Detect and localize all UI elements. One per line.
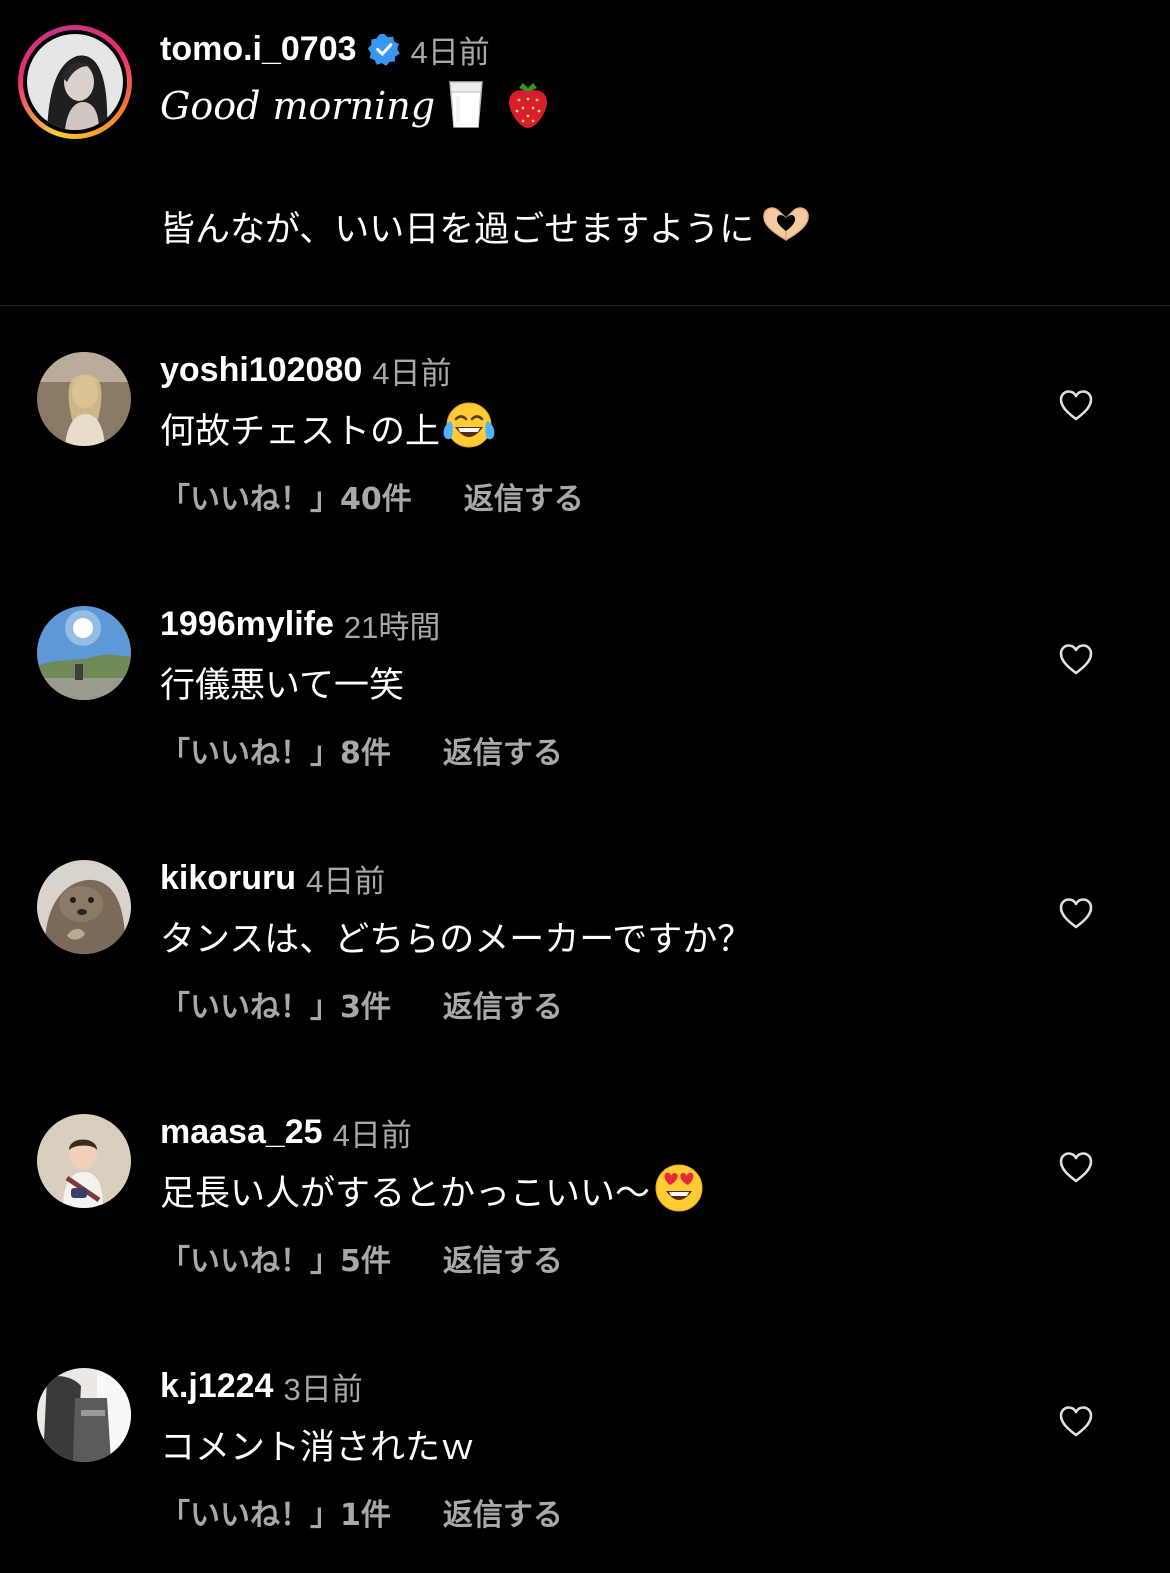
commenter-avatar[interactable] <box>37 1114 131 1208</box>
comment-text: タンスは、どちらのメーカーですか？ <box>160 919 753 960</box>
comment-time: 4日前 <box>306 863 386 899</box>
comment-time: 4日前 <box>372 355 452 391</box>
author-username[interactable]: tomo.i_0703 <box>160 30 357 69</box>
commenter-username[interactable]: yoshi102080 <box>160 351 362 390</box>
like-heart-icon[interactable] <box>1058 642 1094 678</box>
commenter-avatar[interactable] <box>37 860 131 954</box>
comment-time: 4日前 <box>332 1117 412 1153</box>
author-avatar[interactable] <box>27 34 123 130</box>
comment-time: 21時間 <box>343 609 441 645</box>
heart-eyes-emoji <box>654 1163 704 1217</box>
commenter-username[interactable]: kikoruru <box>160 859 296 898</box>
comment-text: 何故チェストの上 <box>160 411 441 452</box>
reply-button[interactable]: 返信する <box>443 1236 563 1280</box>
caption-body: 皆んなが、いい日を過ごせますように <box>160 209 755 250</box>
reply-button[interactable]: 返信する <box>443 982 563 1026</box>
like-heart-icon[interactable] <box>1058 1404 1094 1440</box>
like-heart-icon[interactable] <box>1058 388 1094 424</box>
comment-item: yoshi102080 4日前 何故チェストの上 「いいね！」40件 返信する <box>0 351 1170 552</box>
comment-item: maasa_25 4日前 足長い人がするとかっこいい〜 「いいね！」5件 返信す… <box>0 1113 1170 1314</box>
comment-text: コメント消されたｗ <box>160 1427 476 1468</box>
comment-likes-count[interactable]: 「いいね！」5件 <box>160 1236 391 1280</box>
milk-glass-emoji <box>447 78 485 134</box>
tears-of-joy-emoji <box>442 401 496 455</box>
author-story-ring[interactable] <box>18 25 132 139</box>
post-time: 4日前 <box>410 34 490 70</box>
strawberry-emoji <box>505 79 551 133</box>
like-heart-icon[interactable] <box>1058 1150 1094 1186</box>
heart-hands-emoji <box>760 204 812 248</box>
like-heart-icon[interactable] <box>1058 896 1094 932</box>
comment-item: 1996mylife 21時間 行儀悪いて一笑 「いいね！」8件 返信する <box>0 605 1170 806</box>
post-caption: tomo.i_0703 4日前 Good morning 皆んなが、いい日を過ご… <box>0 0 1170 306</box>
commenter-avatar[interactable] <box>37 352 131 446</box>
commenter-username[interactable]: maasa_25 <box>160 1113 323 1152</box>
comment-likes-count[interactable]: 「いいね！」1件 <box>160 1490 391 1534</box>
caption-title: Good morning <box>160 84 436 128</box>
commenter-avatar[interactable] <box>37 606 131 700</box>
commenter-username[interactable]: k.j1224 <box>160 1367 273 1406</box>
comment-likes-count[interactable]: 「いいね！」3件 <box>160 982 391 1026</box>
comment-text: 足長い人がするとかっこいい〜 <box>160 1173 651 1214</box>
reply-button[interactable]: 返信する <box>443 1490 563 1534</box>
comment-item: kikoruru 4日前 タンスは、どちらのメーカーですか？ 「いいね！」3件 … <box>0 859 1170 1060</box>
comment-likes-count[interactable]: 「いいね！」8件 <box>160 728 391 772</box>
commenter-username[interactable]: 1996mylife <box>160 605 334 644</box>
reply-button[interactable]: 返信する <box>443 728 563 772</box>
commenter-avatar[interactable] <box>37 1368 131 1462</box>
reply-button[interactable]: 返信する <box>464 474 584 518</box>
verified-badge-icon <box>367 33 400 66</box>
comment-likes-count[interactable]: 「いいね！」40件 <box>160 474 412 518</box>
comment-item: k.j1224 3日前 コメント消されたｗ 「いいね！」1件 返信する <box>0 1367 1170 1568</box>
comment-time: 3日前 <box>283 1371 363 1407</box>
comment-text: 行儀悪いて一笑 <box>160 665 404 706</box>
